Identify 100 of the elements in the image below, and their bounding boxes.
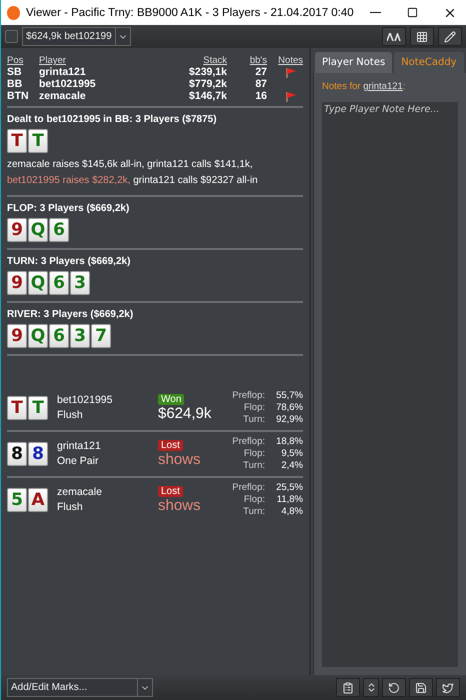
player-name: zemacale xyxy=(57,485,103,500)
tab[interactable]: Player Notes xyxy=(315,52,392,73)
column-header[interactable]: bb's xyxy=(227,50,267,66)
equity-label: Preflop: xyxy=(231,482,265,494)
column-header[interactable]: Stack xyxy=(157,50,227,66)
equity-value: 11,8% xyxy=(276,494,303,506)
playing-card: T xyxy=(7,396,27,420)
playing-card: T xyxy=(28,129,48,153)
playing-card: 5 xyxy=(7,488,27,512)
equity-label: Flop: xyxy=(242,494,265,506)
table-cell-text: $779,2k xyxy=(188,78,227,90)
table-cell-text: $146,7k xyxy=(188,90,227,102)
equity-value: 9,5% xyxy=(280,448,303,460)
column-header[interactable]: Pos xyxy=(7,50,39,66)
marks-dropdown[interactable]: Add/Edit Marks... xyxy=(7,678,153,697)
equity-label: Flop: xyxy=(242,448,265,460)
equity-value: 78,6% xyxy=(275,402,303,414)
column-header[interactable]: Notes xyxy=(267,50,303,66)
refresh-button[interactable] xyxy=(382,678,406,697)
table-cell-text: $239,1k xyxy=(188,66,227,78)
font-size-button[interactable] xyxy=(382,27,406,46)
flag-icon xyxy=(285,90,297,102)
outcome-badge: Lost xyxy=(158,486,183,497)
save-button[interactable] xyxy=(409,678,433,697)
playing-card: Q xyxy=(28,218,48,242)
checkbox[interactable] xyxy=(5,30,18,43)
playing-card: 9 xyxy=(7,218,27,242)
player-name: grinta121 xyxy=(57,439,102,454)
minimize-icon xyxy=(370,12,381,13)
table-cell-text: bet1021995 xyxy=(39,78,97,90)
font-size-icon xyxy=(387,32,401,40)
playing-card: A xyxy=(28,488,48,512)
playing-card: 3 xyxy=(70,324,90,348)
equity-value: 92,9% xyxy=(275,414,303,426)
street-title: TURN: 3 Players ($669,2k) xyxy=(7,256,132,267)
equity-label: Turn: xyxy=(242,414,265,426)
flag-icon xyxy=(285,66,297,78)
stepper-button[interactable] xyxy=(363,678,379,697)
bird-icon xyxy=(442,682,454,694)
refresh-icon xyxy=(388,682,400,694)
playing-card: Q xyxy=(28,324,48,348)
notes-for-label: Notes for xyxy=(322,81,361,92)
playing-card: T xyxy=(28,396,48,420)
outcome-badge: Lost xyxy=(158,440,183,451)
playing-card: 8 xyxy=(7,442,27,466)
equity-label: Flop: xyxy=(242,402,265,414)
equity-label: Turn: xyxy=(242,460,265,472)
street-title: RIVER: 3 Players ($669,2k) xyxy=(7,309,134,320)
street-title: FLOP: 3 Players ($669,2k) xyxy=(7,203,130,214)
edit-button[interactable] xyxy=(438,27,462,46)
table-cell-text: grinta121 xyxy=(39,66,87,78)
playing-card: 8 xyxy=(28,442,48,466)
table-cell-text: BTN xyxy=(7,90,30,102)
action-text: zemacale raises $145,6k all-in, grinta121 calls $141,1k, xyxy=(7,159,253,170)
playing-card: 7 xyxy=(91,324,111,348)
table-cell-text: zemacale xyxy=(39,90,87,102)
hand-name: Flush xyxy=(57,500,84,515)
table-cell-text: BB xyxy=(7,78,24,90)
table-cell-text: 16 xyxy=(254,90,267,102)
equity-value: 55,7% xyxy=(275,390,303,402)
playing-card: 6 xyxy=(49,324,69,348)
grid-icon xyxy=(416,30,428,42)
column-header[interactable]: Player xyxy=(39,50,157,66)
clipboard-button[interactable] xyxy=(336,678,360,697)
note-field[interactable]: Type Player Note Here... xyxy=(322,102,458,667)
pencil-icon xyxy=(444,30,456,42)
equity-label: Preflop: xyxy=(231,436,265,448)
playing-card: 9 xyxy=(7,324,27,348)
bird-button[interactable] xyxy=(436,678,460,697)
hand-dropdown[interactable]: $624,9k bet102199 xyxy=(22,27,131,46)
colon-text: : xyxy=(402,81,406,92)
playing-card: 9 xyxy=(7,271,27,295)
playing-card: 6 xyxy=(49,271,69,295)
playing-card: T xyxy=(7,129,27,153)
playing-card: 3 xyxy=(70,271,90,295)
playing-card: 6 xyxy=(49,218,69,242)
table-cell-text: SB xyxy=(7,66,23,78)
result-amount: shows xyxy=(158,451,201,468)
player-name: bet1021995 xyxy=(57,393,114,408)
player-link[interactable]: grinta121 xyxy=(363,81,403,92)
window-title: Viewer - Pacific Trny: BB9000 A1K - 3 Players - 21.04.2017 0:40 xyxy=(26,6,354,18)
playing-card: Q xyxy=(28,271,48,295)
action-text: grinta121 calls $92327 all-in xyxy=(133,175,258,186)
table-cell-text: 27 xyxy=(254,66,267,78)
save-icon xyxy=(415,682,427,694)
table-cell-text: 87 xyxy=(254,78,267,90)
equity-value: 18,8% xyxy=(275,436,303,448)
result-amount: shows xyxy=(158,497,201,514)
outcome-badge: Won xyxy=(158,394,184,405)
hand-name: Flush xyxy=(57,408,84,423)
equity-label: Preflop: xyxy=(231,390,265,402)
action-text: bet1021995 raises $282,2k, xyxy=(7,175,130,186)
clipboard-icon xyxy=(342,682,354,694)
equity-label: Turn: xyxy=(242,506,265,518)
equity-value: 4,8% xyxy=(280,506,303,518)
equity-value: 2,4% xyxy=(280,460,303,472)
equity-value: 25,5% xyxy=(275,482,303,494)
app-logo-icon xyxy=(7,6,20,20)
hand-name: One Pair xyxy=(57,454,100,469)
grid-button[interactable] xyxy=(410,27,434,46)
